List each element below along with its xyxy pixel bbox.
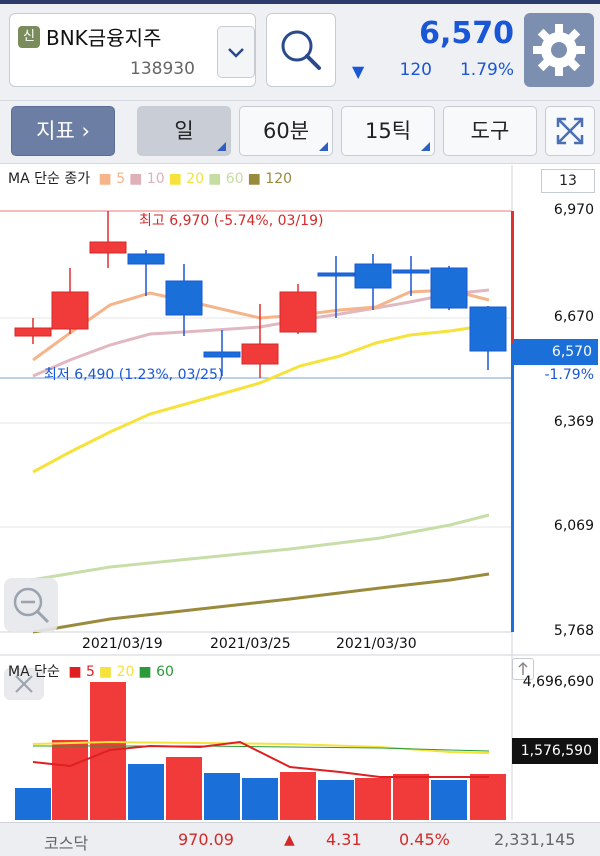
volume-max-label: 4,696,690 [522, 674, 594, 690]
price-ma-legend: MA 단순 종가 ■ 5 ■ 10 ■ 20 ■ 60 ■ 120 [8, 168, 300, 188]
current-price-tag: 6,570 [514, 339, 598, 365]
period-day-label: 일 [174, 119, 194, 143]
market-change-pct: 0.45% [399, 830, 450, 849]
vol-ma20-line [32, 740, 490, 754]
low-price-annotation: 최저 6,490 (1.23%, 03/25) [44, 367, 224, 383]
y-label-5: 5,768 [553, 623, 594, 639]
zoom-out-icon [13, 587, 50, 624]
stock-name: BNK금융지주 [46, 26, 162, 50]
ma5-line [32, 288, 490, 362]
vol-ma60-line [33, 745, 490, 752]
market-up-arrow: ▲ [284, 832, 295, 848]
today-range-up [511, 211, 514, 344]
high-price-annotation: 최고 6,970 (-5.74%, 03/19) [139, 213, 324, 229]
ma-legend-item-5: ■ 5 [98, 171, 126, 187]
price-down-arrow: ▼ [352, 62, 365, 81]
settings-button[interactable] [524, 13, 594, 87]
vol-ma-legend-item-60: ■ 60 [138, 664, 174, 680]
fullscreen-button[interactable] [545, 106, 595, 156]
x-label-2: 2021/03/25 [210, 636, 291, 652]
tools-button[interactable]: 도구 [443, 106, 537, 156]
gear-icon [533, 24, 585, 76]
volume-legend-title: MA 단순 [8, 664, 60, 680]
stock-selector[interactable]: 신 BNK금융지주 138930 [9, 13, 256, 87]
today-range-down [511, 344, 514, 632]
period-15tick-label: 15틱 [364, 119, 412, 143]
volume-bars [15, 682, 506, 820]
ma-legend-item-120: ■ 120 [247, 171, 293, 187]
y-label-4: 6,069 [553, 518, 594, 534]
candle-count-box[interactable]: 13 [541, 169, 595, 193]
stock-dropdown-button[interactable] [217, 26, 255, 78]
market-name: 코스닥 [44, 834, 89, 853]
search-button[interactable] [266, 13, 336, 87]
candlesticks [14, 211, 507, 378]
chevron-right-icon: › [81, 119, 90, 143]
zoom-out-button[interactable] [4, 578, 58, 632]
search-icon [281, 30, 321, 70]
indicator-label: 지표 [36, 119, 75, 143]
price-change: 120 [399, 60, 432, 80]
period-15tick-button[interactable]: 15틱 [341, 106, 435, 156]
legend-title: MA 단순 종가 [8, 171, 91, 187]
market-index: 970.09 [178, 830, 234, 849]
expand-icon [556, 117, 584, 145]
market-change: 4.31 [326, 830, 362, 849]
ma-legend-item-20: ■ 20 [168, 171, 205, 187]
period-60min-button[interactable]: 60분 [239, 106, 333, 156]
ma120-line [32, 572, 490, 634]
y-label-1: 6,970 [553, 202, 594, 218]
chevron-down-icon [228, 48, 244, 58]
current-price: 6,570 [419, 16, 514, 51]
indicator-button[interactable]: 지표 › [11, 106, 115, 156]
market-volume: 2,331,145 [494, 830, 576, 849]
ma-legend-item-60: ■ 60 [208, 171, 244, 187]
dropdown-corner-icon [217, 142, 226, 151]
vol-ma5-line [32, 740, 489, 778]
top-accent-line [0, 0, 600, 4]
dropdown-corner-icon [421, 142, 430, 151]
credit-badge: 신 [18, 26, 40, 48]
y-label-2: 6,670 [553, 309, 594, 325]
ma20-line [32, 323, 490, 474]
dropdown-corner-icon [319, 142, 328, 151]
ma60-line [30, 513, 490, 582]
x-label-1: 2021/03/19 [82, 636, 163, 652]
period-60min-label: 60분 [262, 119, 310, 143]
current-change-pct: -1.79% [544, 367, 594, 383]
tools-label: 도구 [470, 119, 510, 143]
vol-ma-legend-item-20: ■ 20 [98, 664, 135, 680]
ma-legend-item-10: ■ 10 [129, 171, 165, 187]
vol-ma-legend-item-5: ■ 5 [68, 664, 95, 680]
volume-ma-legend: MA 단순 ■ 5 ■ 20 ■ 60 [8, 661, 182, 681]
current-volume-tag: 1,576,590 [512, 738, 598, 764]
y-label-3: 6,369 [553, 414, 594, 430]
stock-code: 138930 [130, 59, 195, 79]
price-change-percent: 1.79% [459, 60, 514, 80]
period-day-button[interactable]: 일 [137, 106, 231, 156]
x-label-3: 2021/03/30 [336, 636, 417, 652]
